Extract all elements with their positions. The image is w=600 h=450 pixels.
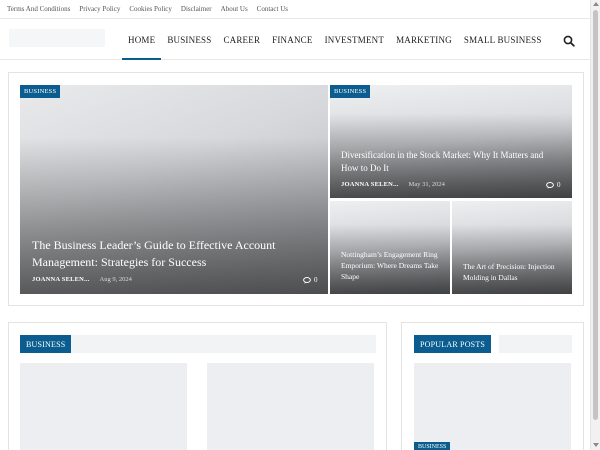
post-title[interactable]: Diversification in the Stock Market: Why… <box>341 149 563 175</box>
page: Terms And Conditions Privacy Policy Cook… <box>0 0 600 450</box>
nav-career[interactable]: CAREER <box>217 20 266 60</box>
site-header: HOME BUSINESS CAREER FINANCE INVESTMENT … <box>0 20 590 60</box>
post-meta: JOANNA SELEN... May 31, 2024 <box>341 181 445 188</box>
post-date: Aug 9, 2024 <box>99 276 132 283</box>
privacy-link[interactable]: Privacy Policy <box>79 5 120 13</box>
featured-post-bottom-left[interactable]: Nottingham’s Engagement Ring Emporium: W… <box>330 201 450 294</box>
comment-icon <box>303 276 311 284</box>
section-title[interactable]: BUSINESS <box>20 335 72 353</box>
popular-post-card[interactable]: BUSINESS <box>414 363 571 450</box>
featured-post-top-right[interactable]: BUSINESS Diversification in the Stock Ma… <box>330 85 572 198</box>
section-header: BUSINESS <box>20 335 376 353</box>
scroll-up-icon[interactable] <box>593 2 599 6</box>
featured-grid: BUSINESS The Business Leader’s Guide to … <box>8 72 584 306</box>
post-date: May 31, 2024 <box>408 181 445 188</box>
nav-finance[interactable]: FINANCE <box>266 20 318 60</box>
disclaimer-link[interactable]: Disclaimer <box>181 5 212 13</box>
post-meta: JOANNA SELEN... Aug 9, 2024 <box>32 276 132 283</box>
category-badge[interactable]: BUSINESS <box>330 85 371 98</box>
post-author[interactable]: JOANNA SELEN... <box>32 276 90 283</box>
featured-main-post[interactable]: BUSINESS The Business Leader’s Guide to … <box>20 85 328 294</box>
section-title[interactable]: POPULAR POSTS <box>414 335 492 353</box>
top-bar: Terms And Conditions Privacy Policy Cook… <box>0 0 590 19</box>
nav-marketing[interactable]: MARKETING <box>390 20 458 60</box>
comment-count[interactable]: 0 <box>546 181 561 189</box>
cookies-link[interactable]: Cookies Policy <box>129 5 172 13</box>
section-divider <box>71 335 376 353</box>
category-badge[interactable]: BUSINESS <box>414 442 451 450</box>
business-section: BUSINESS <box>8 322 387 450</box>
section-header: POPULAR POSTS <box>414 335 572 353</box>
comment-icon <box>546 181 554 189</box>
featured-post-bottom-right[interactable]: The Art of Precision: Injection Molding … <box>452 201 572 294</box>
section-divider <box>499 335 572 353</box>
post-card[interactable] <box>207 363 374 450</box>
category-badge[interactable]: BUSINESS <box>20 85 61 98</box>
search-button[interactable] <box>563 34 575 47</box>
main-nav: HOME BUSINESS CAREER FINANCE INVESTMENT … <box>122 20 548 60</box>
post-title[interactable]: Nottingham’s Engagement Ring Emporium: W… <box>341 250 441 283</box>
post-title[interactable]: The Business Leader’s Guide to Effective… <box>32 237 302 272</box>
nav-business[interactable]: BUSINESS <box>161 20 217 60</box>
nav-home[interactable]: HOME <box>122 20 162 60</box>
comment-count[interactable]: 0 <box>303 276 318 284</box>
page-scrollbar[interactable] <box>590 0 600 450</box>
terms-link[interactable]: Terms And Conditions <box>7 5 70 13</box>
nav-investment[interactable]: INVESTMENT <box>319 20 391 60</box>
post-card[interactable] <box>20 363 187 450</box>
scroll-down-icon[interactable] <box>593 443 599 447</box>
post-title[interactable]: The Art of Precision: Injection Molding … <box>463 262 567 284</box>
scroll-thumb[interactable] <box>593 10 598 420</box>
site-logo[interactable] <box>9 29 105 47</box>
nav-small-business[interactable]: SMALL BUSINESS <box>458 20 548 60</box>
contact-link[interactable]: Contact Us <box>257 5 288 13</box>
post-author[interactable]: JOANNA SELEN... <box>341 181 399 188</box>
popular-posts-section: POPULAR POSTS BUSINESS <box>401 322 584 450</box>
about-link[interactable]: About Us <box>221 5 248 13</box>
search-icon <box>563 35 575 47</box>
